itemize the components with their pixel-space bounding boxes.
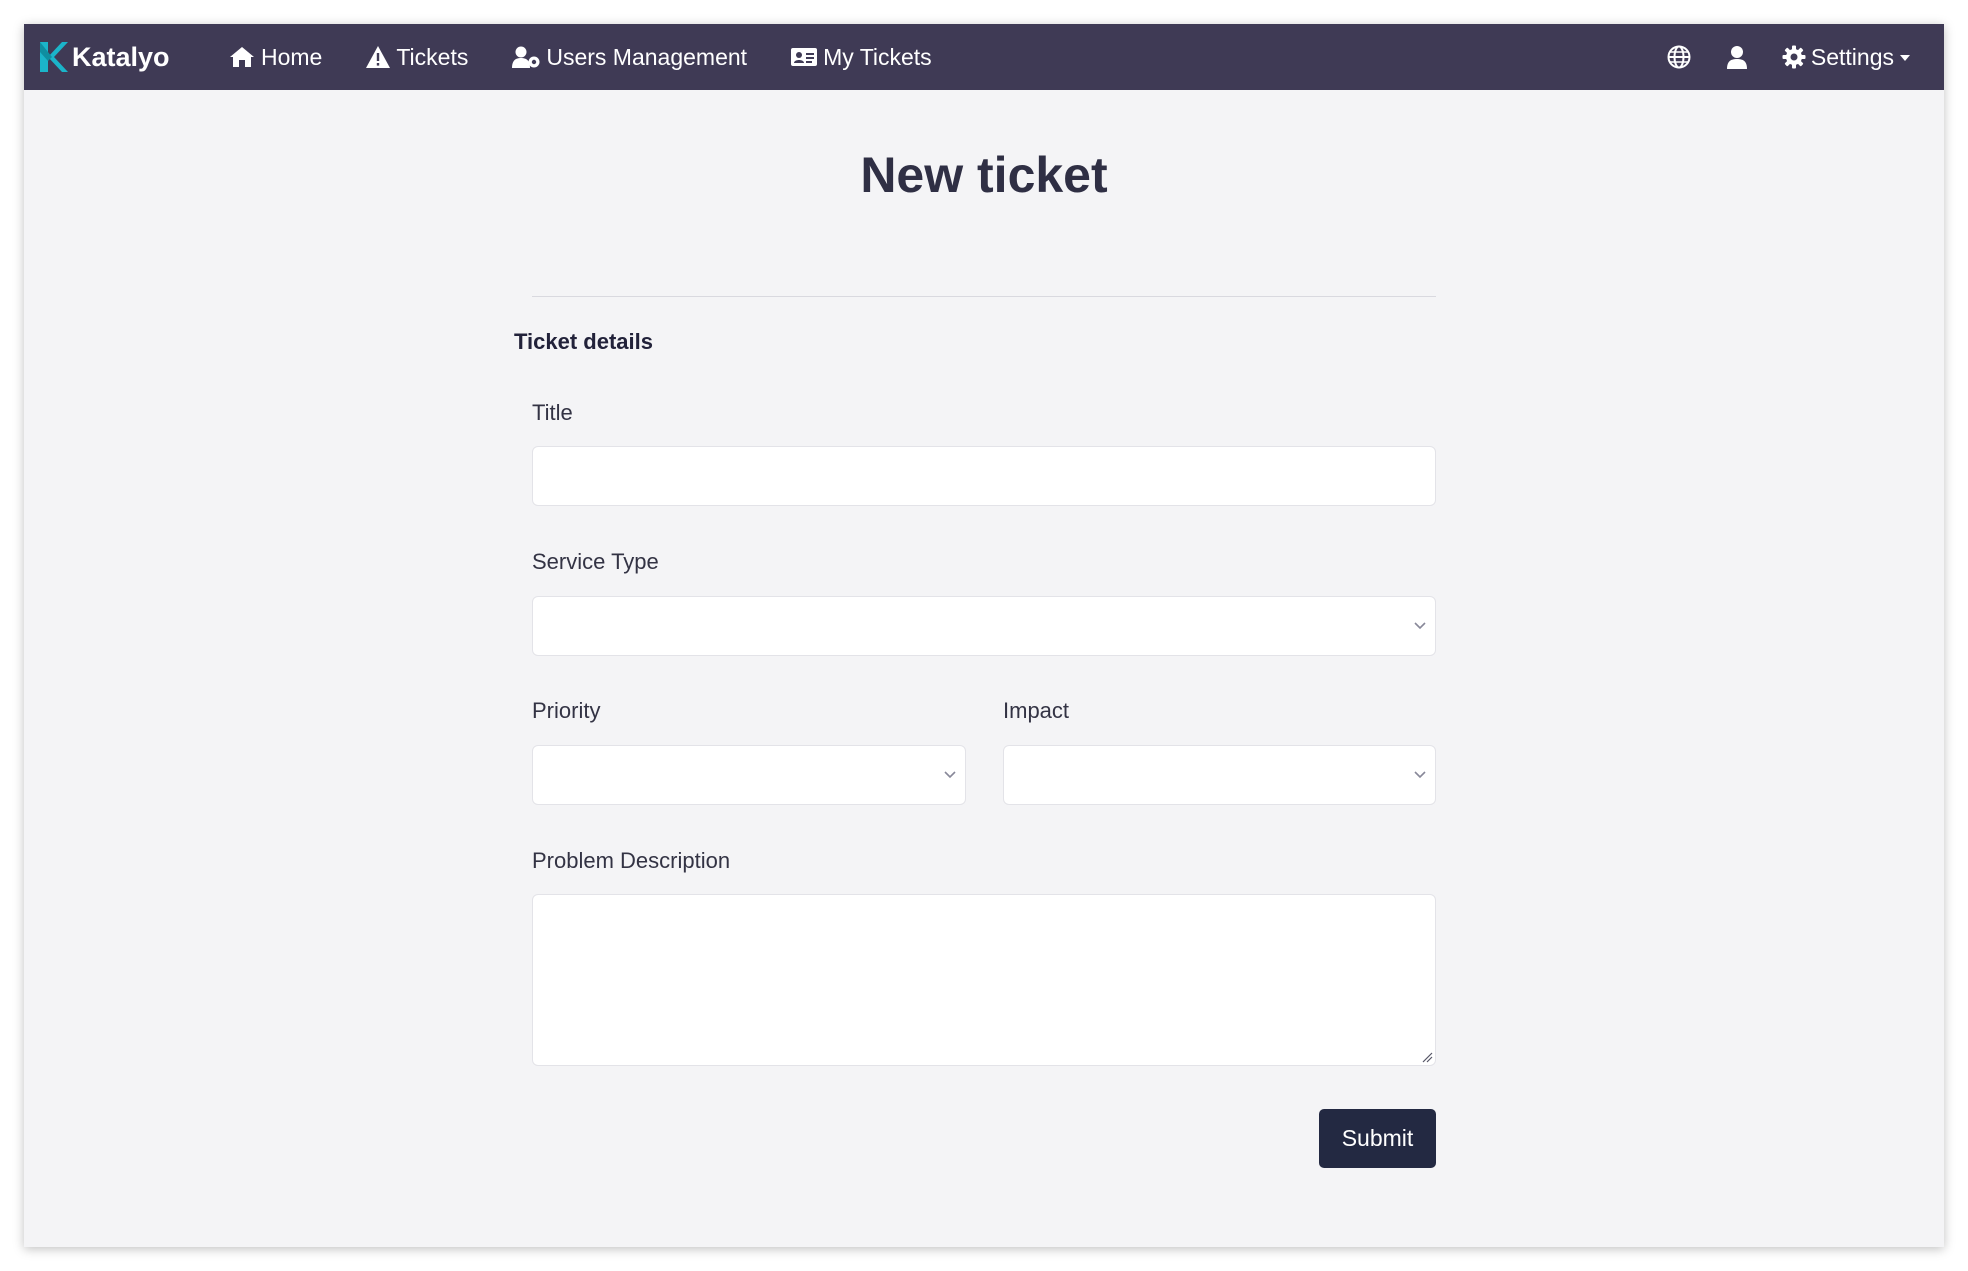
nav-item-my-tickets[interactable]: My Tickets: [790, 44, 932, 71]
gear-icon: [1782, 45, 1806, 69]
divider: [532, 296, 1436, 297]
settings-dropdown[interactable]: Settings: [1782, 44, 1910, 71]
problem-description-textarea[interactable]: [532, 894, 1436, 1066]
impact-label: Impact: [1003, 698, 1070, 723]
nav-item-label: My Tickets: [823, 43, 932, 70]
caret-down-icon: [1900, 55, 1910, 61]
app-window: Katalyo Home Tickets Users Management My…: [24, 24, 1944, 1247]
brand-name: Katalyo: [72, 41, 170, 72]
language-button[interactable]: [1667, 45, 1691, 69]
nav-item-home[interactable]: Home: [228, 44, 322, 71]
page-title: New ticket: [860, 147, 1108, 203]
globe-icon: [1667, 45, 1691, 69]
chevron-down-icon: [1414, 622, 1426, 630]
chevron-down-icon: [944, 771, 956, 779]
home-icon: [230, 47, 254, 67]
navbar-right: Settings: [1667, 44, 1910, 71]
priority-select[interactable]: [532, 745, 966, 805]
problem-description-label: Problem Description: [532, 848, 731, 873]
title-label: Title: [532, 400, 573, 425]
brand-logo[interactable]: Katalyo: [38, 40, 228, 74]
priority-label: Priority: [532, 698, 601, 723]
impact-select[interactable]: [1003, 745, 1436, 805]
nav-item-users-management[interactable]: Users Management: [511, 44, 747, 71]
user-profile-button[interactable]: [1726, 45, 1748, 69]
id-card-icon: [791, 48, 818, 66]
submit-button[interactable]: Submit: [1319, 1109, 1436, 1168]
section-title: Ticket details: [514, 329, 653, 354]
resize-grip-icon[interactable]: [1421, 1051, 1433, 1063]
title-input[interactable]: [532, 446, 1436, 506]
users-cog-icon: [512, 46, 540, 68]
warning-icon: [366, 46, 391, 68]
service-type-label: Service Type: [532, 549, 659, 574]
katalyo-logo-icon: [40, 42, 68, 72]
nav-item-tickets[interactable]: Tickets: [365, 44, 468, 71]
nav-item-label: Users Management: [546, 43, 748, 70]
nav-item-label: Tickets: [396, 43, 469, 70]
user-icon: [1726, 46, 1747, 69]
service-type-select[interactable]: [532, 596, 1436, 656]
chevron-down-icon: [1414, 771, 1426, 779]
settings-label: Settings: [1810, 43, 1894, 70]
nav-menu: Home Tickets Users Management My Tickets: [228, 44, 975, 71]
top-navbar: Katalyo Home Tickets Users Management My…: [24, 24, 1944, 90]
nav-item-label: Home: [261, 43, 323, 70]
